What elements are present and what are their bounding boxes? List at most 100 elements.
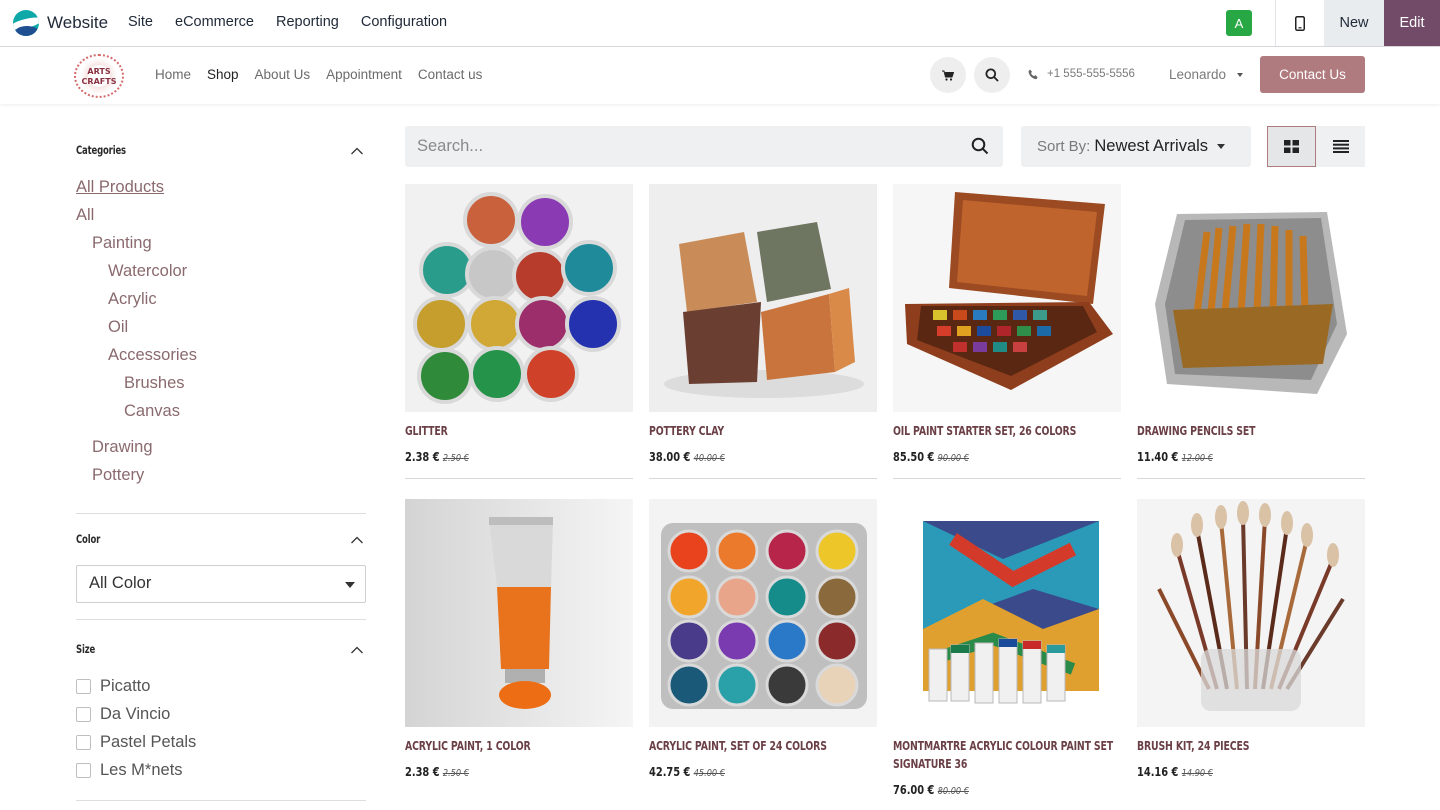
category-oil[interactable]: Oil xyxy=(108,318,128,337)
category-accessories[interactable]: Accessories xyxy=(108,346,197,365)
product-price: 2.38 €2.50 € xyxy=(405,765,592,779)
chevron-up-icon[interactable] xyxy=(350,144,364,158)
product-name[interactable]: Oil Paint Starter Set, 26 Colors xyxy=(893,422,1076,440)
nav-contact-us[interactable]: Contact us xyxy=(418,67,483,82)
product-name[interactable]: Brush Kit, 24 Pieces xyxy=(1137,737,1315,755)
product-card[interactable]: Pottery Clay 38.00 €40.00 € xyxy=(649,184,877,479)
user-avatar[interactable]: A xyxy=(1226,10,1252,36)
paint-pots-image xyxy=(649,499,877,727)
nav-about-us[interactable]: About Us xyxy=(255,67,311,82)
product-search xyxy=(405,126,1003,167)
product-image[interactable] xyxy=(893,184,1121,412)
price-current: 2.38 € xyxy=(405,765,440,779)
product-image[interactable] xyxy=(649,499,877,727)
product-name[interactable]: Acrylic Paint, Set of 24 Colors xyxy=(649,737,827,755)
chevron-up-icon[interactable] xyxy=(350,533,364,547)
search-toggle-button[interactable] xyxy=(974,57,1010,93)
admin-menu-configuration[interactable]: Configuration xyxy=(361,14,447,30)
admin-navbar: Website Site eCommerce Reporting Configu… xyxy=(0,0,1440,47)
site-logo[interactable]: ARTS CRAFTS xyxy=(74,54,124,98)
user-menu[interactable]: Leonardo xyxy=(1169,67,1243,82)
nav-appointment[interactable]: Appointment xyxy=(326,67,402,82)
website-app-icon[interactable] xyxy=(13,10,39,36)
mobile-preview-button[interactable] xyxy=(1276,0,1324,46)
category-all-products[interactable]: All Products xyxy=(76,178,164,197)
glitter-jars-image xyxy=(405,184,633,412)
price-old: 40.00 € xyxy=(693,453,725,464)
product-name[interactable]: Montmartre Acrylic Colour Paint Set Sign… xyxy=(893,737,1119,773)
product-image[interactable] xyxy=(649,184,877,412)
product-image[interactable] xyxy=(1137,184,1365,412)
size-option[interactable]: Les M*nets xyxy=(76,761,183,780)
size-label: Pastel Petals xyxy=(100,733,197,751)
size-option[interactable]: Pastel Petals xyxy=(76,733,196,752)
logo-line-2: CRAFTS xyxy=(81,77,117,86)
search-icon[interactable] xyxy=(971,137,989,155)
list-view-button[interactable] xyxy=(1316,126,1365,167)
category-canvas[interactable]: Canvas xyxy=(124,402,180,421)
chevron-up-icon[interactable] xyxy=(350,643,364,657)
edit-button[interactable]: Edit xyxy=(1384,0,1440,46)
new-button[interactable]: New xyxy=(1324,0,1384,46)
category-watercolor[interactable]: Watercolor xyxy=(108,262,187,281)
category-all[interactable]: All xyxy=(76,206,94,225)
size-checkbox[interactable] xyxy=(76,707,91,722)
category-drawing[interactable]: Drawing xyxy=(92,438,153,457)
product-name[interactable]: Drawing Pencils Set xyxy=(1137,422,1315,440)
price-old: 14.90 € xyxy=(1181,768,1213,779)
category-acrylic[interactable]: Acrylic xyxy=(108,290,157,309)
category-brushes[interactable]: Brushes xyxy=(124,374,185,393)
nav-home[interactable]: Home xyxy=(155,67,191,82)
divider xyxy=(76,513,366,514)
product-card[interactable]: Acrylic Paint, Set of 24 Colors 42.75 €4… xyxy=(649,499,877,779)
price-current: 2.38 € xyxy=(405,450,440,464)
divider xyxy=(76,800,366,801)
product-image[interactable] xyxy=(893,499,1121,727)
size-option[interactable]: Picatto xyxy=(76,677,150,696)
admin-menu: Site eCommerce Reporting Configuration xyxy=(128,14,447,30)
category-painting[interactable]: Painting xyxy=(92,234,152,253)
acrylic-set-image xyxy=(893,499,1121,727)
admin-menu-reporting[interactable]: Reporting xyxy=(276,14,339,30)
product-price: 42.75 €45.00 € xyxy=(649,765,836,779)
admin-menu-site[interactable]: Site xyxy=(128,14,153,30)
product-card[interactable]: Montmartre Acrylic Colour Paint Set Sign… xyxy=(893,499,1121,797)
size-filter-title: Size xyxy=(76,642,96,656)
phone-link[interactable]: +1 555-555-5556 xyxy=(1028,68,1135,80)
product-image[interactable] xyxy=(405,184,633,412)
nav-shop[interactable]: Shop xyxy=(207,67,239,82)
mobile-icon xyxy=(1295,15,1305,31)
product-card[interactable]: Brush Kit, 24 Pieces 14.16 €14.90 € xyxy=(1137,499,1365,779)
product-name[interactable]: Pottery Clay xyxy=(649,422,827,440)
size-option[interactable]: Da Vincio xyxy=(76,705,170,724)
sort-dropdown[interactable]: Sort By: Newest Arrivals xyxy=(1021,126,1251,167)
product-card[interactable]: Drawing Pencils Set 11.40 €12.00 € xyxy=(1137,184,1365,479)
search-input[interactable] xyxy=(405,126,925,167)
price-old: 45.00 € xyxy=(693,768,725,779)
sort-label: Sort By: xyxy=(1037,138,1091,155)
product-image[interactable] xyxy=(405,499,633,727)
contact-us-button[interactable]: Contact Us xyxy=(1260,56,1365,93)
grid-view-button[interactable] xyxy=(1267,126,1316,167)
divider xyxy=(76,619,366,620)
product-card[interactable]: Glitter 2.38 €2.50 € xyxy=(405,184,633,479)
size-checkbox[interactable] xyxy=(76,679,91,694)
category-pottery[interactable]: Pottery xyxy=(92,466,144,485)
cart-button[interactable] xyxy=(930,57,966,93)
divider xyxy=(649,478,877,479)
product-price: 14.16 €14.90 € xyxy=(1137,765,1324,779)
admin-menu-ecommerce[interactable]: eCommerce xyxy=(175,14,254,30)
product-image[interactable] xyxy=(1137,499,1365,727)
price-current: 14.16 € xyxy=(1137,765,1179,779)
admin-app-name[interactable]: Website xyxy=(47,13,108,33)
product-name[interactable]: Acrylic Paint, 1 Color xyxy=(405,737,583,755)
color-select[interactable]: All Color xyxy=(76,565,366,603)
color-filter-title: Color xyxy=(76,532,101,546)
size-checkbox[interactable] xyxy=(76,763,91,778)
product-name[interactable]: Glitter xyxy=(405,422,583,440)
main-nav: Home Shop About Us Appointment Contact u… xyxy=(155,67,482,82)
product-card[interactable]: Oil Paint Starter Set, 26 Colors 85.50 €… xyxy=(893,184,1121,479)
product-card[interactable]: Acrylic Paint, 1 Color 2.38 €2.50 € xyxy=(405,499,633,779)
size-checkbox[interactable] xyxy=(76,735,91,750)
price-current: 42.75 € xyxy=(649,765,691,779)
